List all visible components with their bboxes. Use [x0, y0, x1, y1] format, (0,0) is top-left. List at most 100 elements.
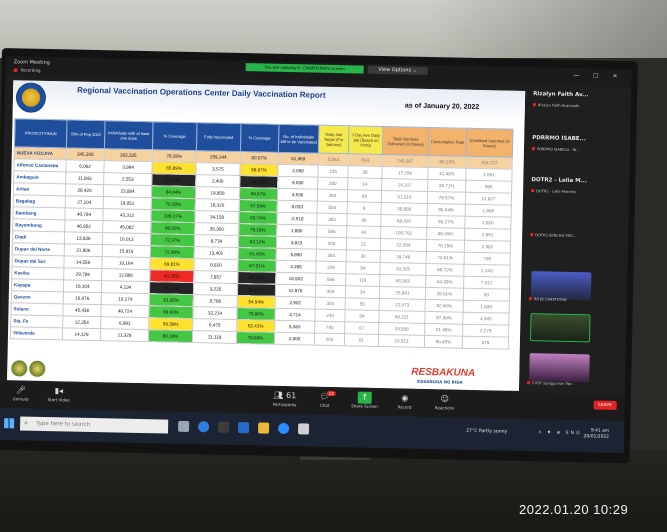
zoom-window-title: Zoom Meeting [13, 59, 50, 67]
report-date: as of January 20, 2022 [404, 102, 480, 112]
table-cell: 61,969 [278, 152, 319, 166]
leave-button[interactable]: Leave [593, 400, 617, 410]
table-cell: 30 [346, 249, 381, 263]
system-tray-icons[interactable]: ∧ ♦ ⊕ ENG [538, 430, 582, 436]
municipality-name: NUEVA VIZCAYA [14, 146, 67, 160]
table-cell: 34 [345, 285, 380, 299]
table-cell: 6,475 [192, 318, 237, 332]
participant-video[interactable] [530, 271, 592, 301]
municipality-name: Ambaguio [13, 170, 66, 184]
file-explorer-icon[interactable] [257, 422, 270, 434]
chrome-icon[interactable] [297, 423, 310, 435]
participant-video[interactable] [529, 313, 591, 343]
table-cell: 52.41% [236, 319, 275, 333]
table-cell: 67.51% [237, 259, 277, 273]
table-cell: 34,159 [194, 210, 240, 224]
column-header: Total Vaccines Delivered (in Doses) [382, 126, 429, 156]
table-cell: 5,564 [318, 153, 349, 166]
table-cell: 6,062 [65, 159, 105, 173]
table-cell: 8,768 [193, 294, 238, 308]
column-header: % Coverage [152, 121, 197, 151]
start-video-button[interactable]: ▮◂ Start Video [39, 385, 79, 403]
table-cell: 22,973 [379, 298, 426, 312]
taskbar-search-input[interactable] [19, 416, 169, 434]
table-cell: 22,054 [380, 238, 427, 252]
table-cell: 46,952 [64, 219, 103, 233]
taskbar-clock[interactable]: 9:41 am 20/01/2022 [581, 428, 610, 441]
table-cell: 43 [346, 225, 381, 239]
table-cell: 96.02% [150, 221, 195, 235]
table-cell: 284 [316, 249, 347, 262]
participant-name[interactable]: DOTR2 - Lelia M... [531, 177, 587, 184]
chat-label: Chat [319, 402, 330, 408]
table-cell: 7,857 [193, 270, 238, 284]
table-cell: 23,884 [103, 184, 152, 198]
table-cell: 61 [344, 333, 379, 347]
microphone-muted-icon: 🎤︎ [15, 385, 27, 395]
column-header: Consumption Rate [428, 127, 467, 157]
participant-name[interactable]: Rizalyn Faith Av... [533, 91, 588, 98]
municipality-name: Solano [10, 302, 64, 316]
weather-widget[interactable]: 27°C Partly sunny [466, 429, 507, 435]
table-cell: 86 [347, 189, 382, 203]
zoom-app-icon[interactable] [277, 422, 290, 435]
record-button[interactable]: ◉ Record [385, 392, 425, 410]
start-video-label: Start Video [47, 397, 70, 403]
wall-shadow [427, 0, 667, 58]
clock-date: 20/01/2022 [583, 434, 610, 440]
table-cell: 21,806 [64, 243, 103, 257]
table-cell: 3,225 [193, 282, 238, 296]
table-cell: 20.27% [239, 175, 278, 189]
table-cell: 80.23% [428, 155, 467, 169]
window-controls[interactable]: — ☐ ✕ [573, 72, 623, 80]
table-cell: 5,890 [276, 248, 317, 262]
participants-button[interactable]: 👥︎ 61 Participants [265, 390, 305, 408]
table-cell: 67.59% [239, 199, 278, 213]
municipality-name: Bayombong [12, 218, 65, 232]
table-cell: 3,823 [276, 236, 317, 250]
table-cell: 9,090 [277, 176, 318, 190]
share-screen-button[interactable]: ↑ Share Screen [345, 391, 385, 409]
windows-start-icon[interactable] [4, 418, 15, 429]
table-cell: 5,363 [274, 320, 315, 334]
unmute-button[interactable]: 🎤︎ Unmute [1, 384, 41, 402]
table-cell: 586 [316, 225, 347, 238]
table-cell: 17,259 [381, 166, 429, 180]
table-cell: 27,104 [65, 195, 104, 209]
record-label: Record [397, 404, 412, 410]
participant-video[interactable] [529, 353, 590, 383]
edge-browser-icon[interactable] [197, 421, 210, 433]
table-cell: 96.64% [427, 203, 466, 217]
province-seal-icon [15, 82, 47, 113]
reactions-icon: ☺ [440, 394, 450, 404]
table-cell: 78.28% [152, 149, 197, 163]
table-cell: 10,164 [101, 256, 151, 270]
share-screen-icon: ↑ [357, 391, 372, 404]
table-cell: 10,013 [102, 232, 151, 246]
table-cell: 80.18% [148, 329, 193, 343]
table-cell: 45,303 [379, 274, 426, 288]
table-cell: 14,107 [381, 178, 428, 192]
store-icon[interactable] [237, 422, 250, 434]
table-cell: 70.90% [236, 307, 276, 321]
table-cell: 9 [347, 201, 382, 215]
participants-count: 61 [285, 391, 297, 401]
table-cell: 56.59% [148, 317, 193, 331]
table-body: NUEVA VIZCAYA 345,305 283,335 78.28% 259,144… [10, 146, 513, 350]
table-cell: 11,627 [465, 192, 512, 206]
task-view-icon[interactable] [178, 420, 190, 433]
recording-indicator[interactable]: Recording [13, 67, 40, 72]
participant-name[interactable]: PDRRMO ISABE... [532, 135, 586, 142]
table-cell: 51,216 [381, 190, 428, 204]
dropbox-icon[interactable] [217, 421, 230, 433]
reactions-button[interactable]: ☺ Reactions [425, 393, 465, 411]
chat-button[interactable]: 💬︎ 12 Chat [305, 390, 345, 408]
table-cell: 90 [346, 213, 382, 227]
table-cell: 45,082 [102, 220, 151, 234]
view-options-button[interactable]: View Options ⌄ [367, 65, 428, 75]
table-cell: 70.61% [426, 251, 465, 265]
table-cell: 105,762 [380, 226, 427, 240]
column-header: No. of Individuals still to be Vaccinate… [278, 124, 319, 154]
table-cell: 64.33% [425, 275, 464, 289]
slide-title: Regional Vaccination Operations Center D… [77, 85, 326, 100]
